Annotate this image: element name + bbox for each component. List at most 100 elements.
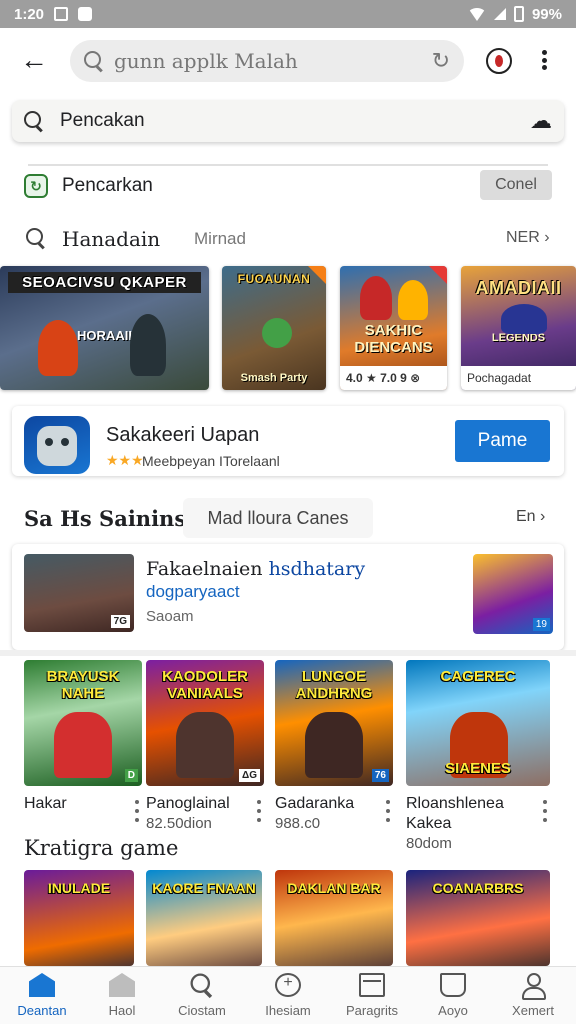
- character-figure: [38, 320, 78, 376]
- history-subtext: Mirnad: [194, 229, 246, 248]
- search-suggestion-label: Pencakan: [60, 110, 145, 131]
- banner-card[interactable]: FUOAUNAN Smash Party: [222, 266, 326, 390]
- game-name: Gadaranka: [275, 795, 355, 812]
- status-time: 1:20: [14, 5, 45, 23]
- person-icon: [520, 973, 546, 1000]
- promo-thumbnail: 7G: [24, 554, 134, 632]
- banner-card[interactable]: SAKHIC DIENCANS 4.0 ★ 7.0 9 ⊗: [340, 266, 447, 390]
- message-icon: [78, 7, 93, 21]
- home-icon: [29, 973, 55, 997]
- install-button[interactable]: Pame: [455, 420, 550, 462]
- nav-item-hot[interactable]: Haol: [82, 973, 162, 1018]
- back-arrow-icon[interactable]: ←: [20, 46, 48, 74]
- nav-item-account[interactable]: Xemert: [493, 973, 573, 1018]
- promo-card[interactable]: 7G Fakaelnaien hsdhatary dogparyaact Sao…: [12, 544, 564, 650]
- nav-label: Paragrits: [345, 1003, 399, 1018]
- character-figure: [262, 318, 292, 348]
- more-options-icon[interactable]: [538, 46, 550, 74]
- character-figure: [360, 276, 392, 320]
- nav-item-search[interactable]: Ciostam: [162, 973, 242, 1018]
- game-art-subtitle: SIAENES: [445, 760, 511, 777]
- character-figure: [176, 712, 234, 778]
- refresh-icon[interactable]: ↻: [432, 48, 450, 74]
- see-more-link[interactable]: En ›: [516, 508, 545, 526]
- promo-badge: 7G: [110, 615, 130, 628]
- game-art: KAODOLER VANIAALS ΔG: [146, 660, 264, 786]
- battery-icon: [513, 6, 524, 22]
- nav-item-movies[interactable]: Paragrits: [332, 973, 412, 1018]
- game-tile[interactable]: CAGEREC SIAENES Rloanshlenea Kakea 80dom: [406, 660, 550, 854]
- game-tile[interactable]: BRAYUSK NAHE D Hakar: [24, 660, 142, 822]
- film-icon: [359, 973, 385, 997]
- game-tile[interactable]: DAKLAN BAR: [275, 870, 393, 966]
- search-suggestion-card[interactable]: Pencakan ☁: [12, 100, 564, 142]
- top-app-bar: ← gunn applk Malah ↻: [0, 28, 576, 94]
- game-art-title: LUNGOE ANDHRNG: [295, 668, 373, 702]
- game-art-title: BRAYUSK NAHE: [46, 668, 120, 702]
- corner-ribbon: [308, 266, 326, 284]
- featured-app-card[interactable]: Sakakeeri Uapan ★★★ Meebpeyan ITorelaanl…: [12, 406, 564, 476]
- suggestion-label: Pencarkan: [62, 175, 153, 196]
- game-art-title: KAORE FNAAN: [152, 880, 256, 896]
- banner-card[interactable]: AMADIAII LEGENDS Pochagadat: [461, 266, 576, 390]
- nav-item-games[interactable]: Ihesiam: [248, 973, 328, 1018]
- suggestion-row[interactable]: ↻ Pencarkan Conel: [0, 164, 576, 208]
- banner-rating: 4.0 ★ 7.0 9 ⊗: [340, 366, 447, 390]
- status-bar: 1:20 99%: [0, 0, 576, 28]
- cloud-icon[interactable]: ☁: [530, 108, 552, 134]
- game-tile[interactable]: COANARBRS: [406, 870, 550, 966]
- game-art-title: KAODOLER VANIAALS: [162, 668, 248, 702]
- app-name: Sakakeeri Uapan: [106, 424, 260, 446]
- nav-item-home[interactable]: Deantan: [2, 973, 82, 1018]
- game-art: CAGEREC SIAENES: [406, 660, 550, 786]
- game-art-title: CAGEREC: [440, 668, 516, 685]
- account-icon[interactable]: [486, 48, 512, 74]
- banner-title: AMADIAII: [475, 278, 562, 298]
- filter-chip[interactable]: Mad lloura Canes: [183, 498, 373, 538]
- nav-label: Aoyo: [438, 1003, 468, 1018]
- character-figure: [130, 314, 166, 376]
- banner-card[interactable]: SEOACIVSU QKAPER HORAAII: [0, 266, 209, 390]
- nav-item-books[interactable]: Aoyo: [413, 973, 493, 1018]
- age-badge: ΔG: [239, 769, 260, 782]
- game-name: Rloanshlenea Kakea: [406, 795, 504, 832]
- next-link[interactable]: NER ›: [506, 229, 550, 247]
- game-art: LUNGOE ANDHRNG 76: [275, 660, 393, 786]
- game-size: 988.c0: [275, 815, 321, 832]
- game-size: 80dom: [406, 835, 452, 852]
- nav-label: Ihesiam: [265, 1003, 311, 1018]
- game-size: 82.50dion: [146, 815, 212, 832]
- game-tile[interactable]: KAODOLER VANIAALS ΔG Panoglainal 82.50di…: [146, 660, 264, 834]
- app-icon: [24, 416, 90, 474]
- banner-carousel[interactable]: SEOACIVSU QKAPER HORAAII FUOAUNAN Smash …: [0, 266, 576, 392]
- cancel-button[interactable]: Conel: [480, 170, 552, 200]
- game-art-title: INULADE: [47, 880, 111, 896]
- character-figure: [305, 712, 363, 778]
- more-options-icon[interactable]: [542, 800, 548, 822]
- search-icon: [84, 51, 104, 71]
- game-art: BRAYUSK NAHE D: [24, 660, 142, 786]
- promo-meta: Saoam: [146, 608, 194, 625]
- rating-stars: ★★★: [106, 452, 144, 468]
- more-options-icon[interactable]: [256, 800, 262, 822]
- age-badge: 76: [371, 769, 389, 782]
- age-badge: D: [124, 769, 138, 782]
- more-options-icon[interactable]: [134, 800, 140, 822]
- nav-label: Haol: [108, 1003, 136, 1018]
- section-title: Kratigra game: [24, 836, 179, 860]
- promo-side-image: 19: [473, 554, 553, 634]
- game-tile[interactable]: LUNGOE ANDHRNG 76 Gadaranka 988.c0: [275, 660, 393, 834]
- search-bar[interactable]: gunn applk Malah ↻: [70, 40, 464, 82]
- game-tile[interactable]: KAORE FNAAN: [146, 870, 262, 966]
- house-icon: [109, 973, 135, 997]
- game-art-title: DAKLAN BAR: [287, 880, 381, 896]
- game-art-title: COANARBRS: [432, 880, 524, 896]
- signal-icon: [493, 8, 506, 20]
- gamepad-icon: [275, 973, 301, 997]
- banner-title: SAKHIC DIENCANS: [354, 322, 433, 356]
- game-tile[interactable]: INULADE: [24, 870, 134, 966]
- history-row[interactable]: Hanadain Mirnad NER ›: [0, 218, 576, 258]
- more-options-icon[interactable]: [385, 800, 391, 822]
- battery-level: 99%: [531, 5, 562, 23]
- play-store-icon: ↻: [24, 174, 48, 198]
